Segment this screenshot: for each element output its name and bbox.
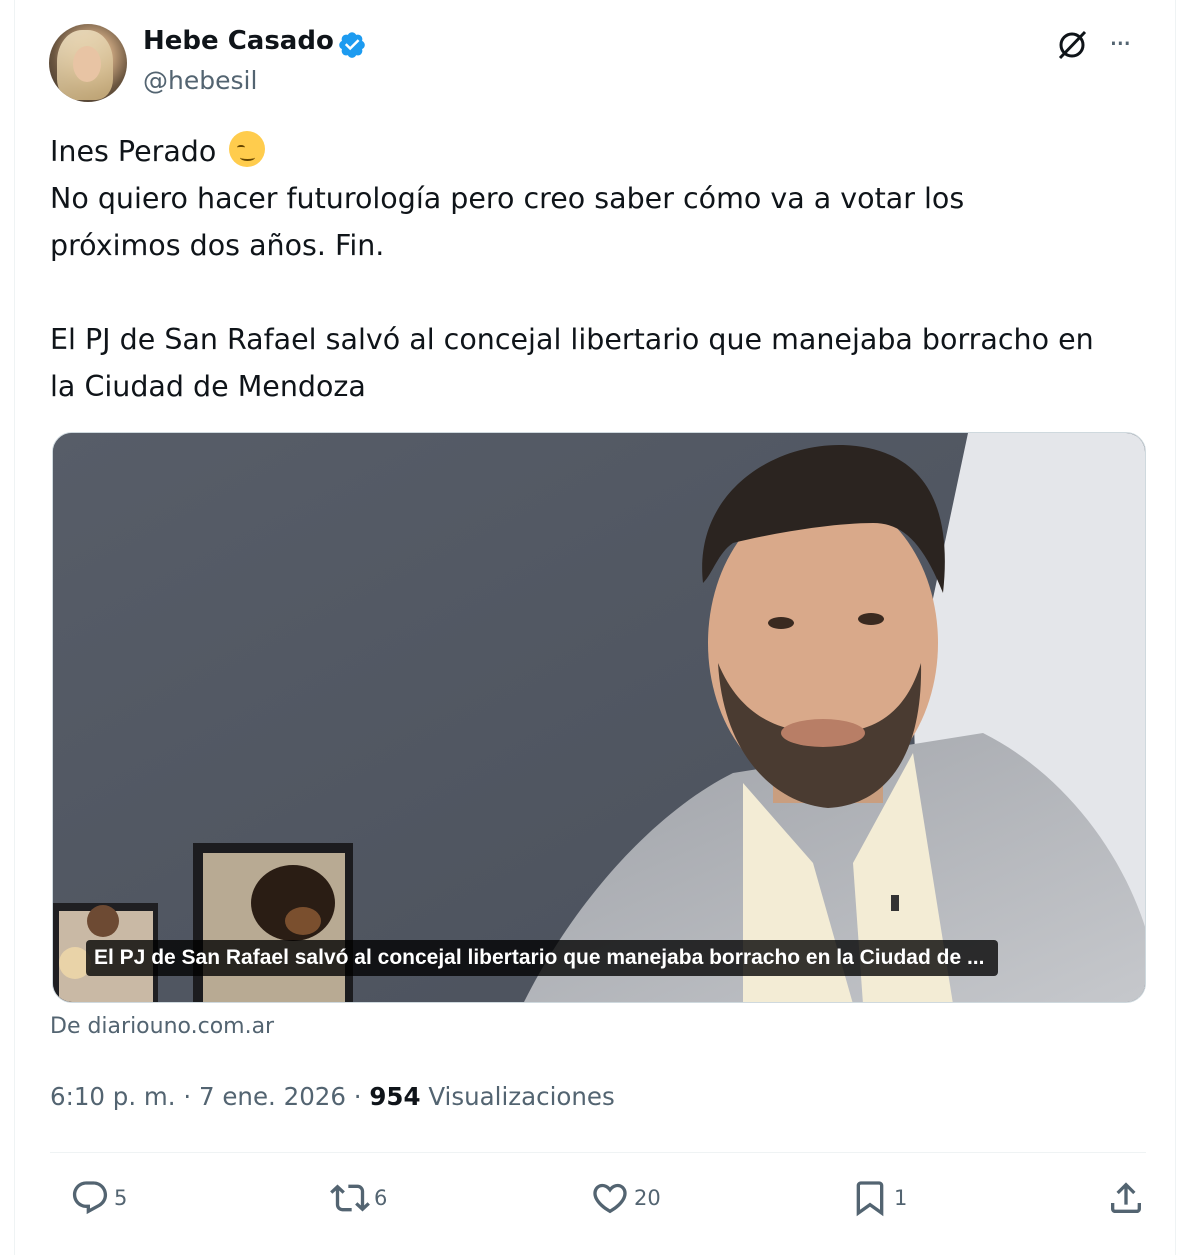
- heart-icon: [593, 1183, 627, 1214]
- repost-icon: [330, 1184, 370, 1212]
- reply-icon: [72, 1181, 108, 1215]
- tweet-date[interactable]: 7 ene. 2026: [199, 1082, 346, 1111]
- grok-icon[interactable]: [1055, 28, 1089, 62]
- bookmark-icon: [856, 1181, 884, 1217]
- link-source[interactable]: De diariouno.com.ar: [50, 1014, 274, 1039]
- like-button[interactable]: 20: [590, 1170, 661, 1226]
- reply-button[interactable]: 5: [70, 1170, 127, 1226]
- tweet-text: Ines Perado No quiero hacer futurología …: [50, 128, 1160, 410]
- divider: [50, 1152, 1146, 1153]
- repost-count: 6: [374, 1186, 388, 1210]
- bookmark-button[interactable]: 1: [850, 1170, 907, 1226]
- avatar[interactable]: [49, 24, 127, 102]
- tweet-card: Hebe Casado @hebesil ··· Ines Perado No …: [14, 0, 1176, 1255]
- repost-button[interactable]: 6: [330, 1170, 387, 1226]
- share-icon: [1111, 1182, 1141, 1213]
- views-count: 954: [369, 1082, 421, 1111]
- bookmark-count: 1: [894, 1186, 908, 1210]
- link-card-caption: El PJ de San Rafael salvó al concejal li…: [86, 940, 999, 976]
- tweet-meta: 6:10 p. m. · 7 ene. 2026 · 954 Visualiza…: [50, 1082, 615, 1111]
- share-button[interactable]: [1106, 1170, 1150, 1226]
- smirking-face-icon: [229, 131, 266, 167]
- meta-separator: ·: [353, 1082, 362, 1111]
- tweet-time[interactable]: 6:10 p. m.: [50, 1082, 176, 1111]
- author-name[interactable]: Hebe Casado: [143, 26, 334, 56]
- reply-count: 5: [114, 1186, 128, 1210]
- more-options-icon[interactable]: ···: [1109, 30, 1143, 60]
- tweet-line1: Ines Perado: [50, 135, 217, 168]
- views-label: Visualizaciones: [428, 1082, 615, 1111]
- like-count: 20: [634, 1186, 661, 1210]
- meta-separator: ·: [183, 1082, 192, 1111]
- author-handle[interactable]: @hebesil: [143, 66, 257, 95]
- link-card-image[interactable]: El PJ de San Rafael salvó al concejal li…: [52, 432, 1146, 1003]
- verified-badge-icon: [339, 32, 365, 58]
- news-photo: [53, 433, 1145, 1002]
- tweet-body: No quiero hacer futurología pero creo sa…: [50, 182, 1094, 403]
- action-bar: 5 6 20 1: [50, 1170, 1146, 1226]
